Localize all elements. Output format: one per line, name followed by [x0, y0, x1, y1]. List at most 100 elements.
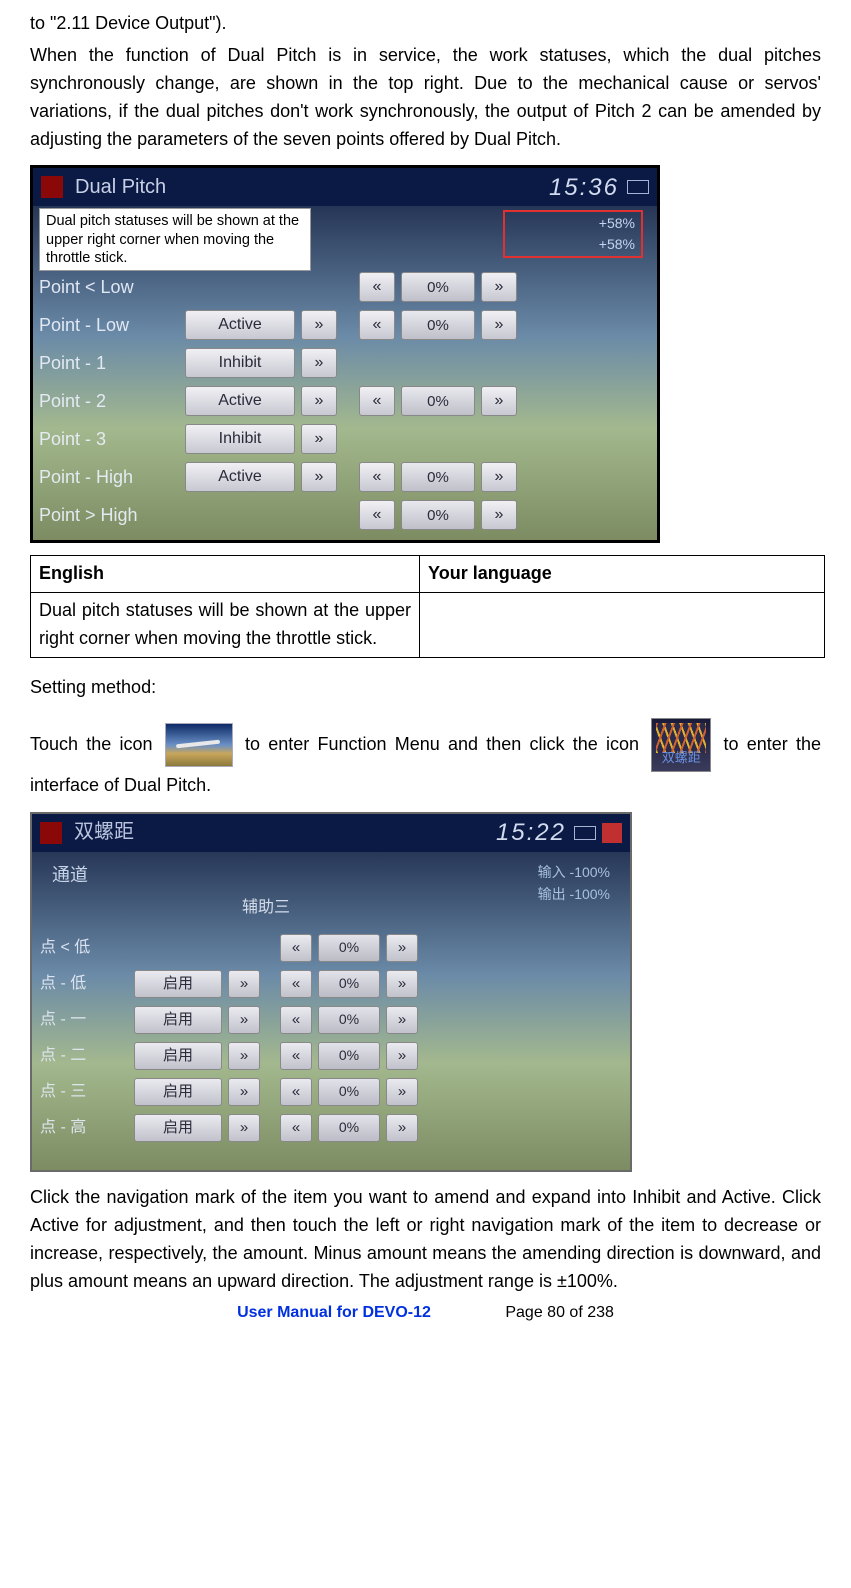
value: 0%	[401, 310, 475, 340]
increase-button[interactable]: »	[386, 970, 418, 998]
row-label: 点 - 一	[40, 1008, 128, 1033]
clock: 15:22	[496, 814, 566, 851]
decrease-button[interactable]: «	[359, 310, 395, 340]
function-menu-icon[interactable]	[165, 723, 233, 767]
expand-button[interactable]: »	[301, 386, 337, 416]
increase-button[interactable]: »	[481, 500, 517, 530]
touch-text-1: Touch the icon	[30, 734, 153, 754]
increase-button[interactable]: »	[481, 272, 517, 302]
titlebar: Dual Pitch 15:36	[33, 168, 657, 206]
expand-button[interactable]: »	[301, 348, 337, 378]
row-4: 点 - 三 启用 » « 0% »	[40, 1074, 620, 1110]
footer-page-number: Page 80 of 238	[505, 1304, 614, 1321]
row-label: 点 - 二	[40, 1044, 128, 1069]
status-box: +58% +58%	[503, 210, 643, 258]
dual-pitch-icon-label: 双螺距	[652, 748, 710, 768]
expand-button[interactable]: »	[228, 1042, 260, 1070]
expand-button[interactable]: »	[228, 1078, 260, 1106]
row-label: Point - 2	[39, 388, 179, 416]
back-icon[interactable]	[41, 176, 63, 198]
value: 0%	[401, 272, 475, 302]
setting-method-heading: Setting method:	[30, 674, 821, 702]
screenshot-dual-pitch-en: Dual Pitch 15:36 Dual pitch statuses wil…	[30, 165, 660, 543]
touch-instruction: Touch the icon to enter Function Menu an…	[30, 718, 821, 800]
dual-pitch-icon[interactable]: 双螺距	[651, 718, 711, 772]
state-button[interactable]: Active	[185, 310, 295, 340]
value: 0%	[401, 500, 475, 530]
rows: Point < Low « 0% » Point - Low Active » …	[39, 268, 647, 534]
closing-paragraph: Click the navigation mark of the item yo…	[30, 1184, 821, 1296]
increase-button[interactable]: »	[481, 386, 517, 416]
row-4: Point - 3 Inhibit »	[39, 420, 647, 458]
expand-button[interactable]: »	[301, 310, 337, 340]
state-button[interactable]: Inhibit	[185, 348, 295, 378]
sub-label: 通道	[52, 862, 88, 890]
increase-button[interactable]: »	[481, 462, 517, 492]
increase-button[interactable]: »	[386, 1078, 418, 1106]
rows-cn: 点 < 低 « 0% » 点 - 低 启用 » « 0% » 点 - 一 启用 …	[40, 930, 620, 1146]
decrease-button[interactable]: «	[280, 934, 312, 962]
screen-title-cn: 双螺距	[74, 817, 134, 848]
increase-button[interactable]: »	[386, 1114, 418, 1142]
value: 0%	[318, 1114, 380, 1142]
value: 0%	[318, 1006, 380, 1034]
decrease-button[interactable]: «	[280, 1114, 312, 1142]
battery-icon	[574, 826, 596, 840]
state-button[interactable]: 启用	[134, 1078, 222, 1106]
decrease-button[interactable]: «	[280, 970, 312, 998]
row-3: 点 - 二 启用 » « 0% »	[40, 1038, 620, 1074]
td-english-text: Dual pitch statuses will be shown at the…	[31, 593, 420, 658]
value: 0%	[318, 970, 380, 998]
expand-button[interactable]: »	[301, 424, 337, 454]
expand-button[interactable]: »	[228, 970, 260, 998]
increase-button[interactable]: »	[481, 310, 517, 340]
increase-button[interactable]: »	[386, 934, 418, 962]
row-label: Point - 1	[39, 350, 179, 378]
screen-title: Dual Pitch	[75, 172, 166, 203]
state-button[interactable]: Active	[185, 462, 295, 492]
back-icon[interactable]	[40, 822, 62, 844]
exit-icon[interactable]	[602, 823, 622, 843]
row-label: 点 - 三	[40, 1080, 128, 1105]
decrease-button[interactable]: «	[359, 386, 395, 416]
decrease-button[interactable]: «	[359, 462, 395, 492]
decrease-button[interactable]: «	[280, 1078, 312, 1106]
status-line-1: 输入 -100%	[538, 862, 610, 884]
row-label: Point - High	[39, 464, 179, 492]
value: 0%	[401, 386, 475, 416]
decrease-button[interactable]: «	[280, 1006, 312, 1034]
increase-button[interactable]: »	[386, 1006, 418, 1034]
row-label: Point > High	[39, 502, 179, 530]
expand-button[interactable]: »	[301, 462, 337, 492]
intro-paragraph: When the function of Dual Pitch is in se…	[30, 42, 821, 154]
decrease-button[interactable]: «	[359, 272, 395, 302]
state-button[interactable]: Active	[185, 386, 295, 416]
expand-button[interactable]: »	[228, 1006, 260, 1034]
sub-value: 辅助三	[242, 896, 290, 921]
row-label: 点 - 高	[40, 1116, 128, 1141]
titlebar: 双螺距 15:22	[32, 814, 630, 852]
clock: 15:36	[549, 169, 619, 206]
td-your-language-text	[420, 593, 825, 658]
increase-button[interactable]: »	[386, 1042, 418, 1070]
row-1: 点 - 低 启用 » « 0% »	[40, 966, 620, 1002]
value: 0%	[318, 1042, 380, 1070]
row-5: 点 - 高 启用 » « 0% »	[40, 1110, 620, 1146]
screenshot-dual-pitch-cn: 双螺距 15:22 通道 辅助三 输入 -100% 输出 -100% 点 < 低…	[30, 812, 632, 1172]
row-3: Point - 2 Active » « 0% »	[39, 382, 647, 420]
row-2: 点 - 一 启用 » « 0% »	[40, 1002, 620, 1038]
decrease-button[interactable]: «	[359, 500, 395, 530]
row-0: Point < Low « 0% »	[39, 268, 647, 306]
row-6: Point > High « 0% »	[39, 496, 647, 534]
state-button[interactable]: 启用	[134, 970, 222, 998]
battery-icon	[627, 180, 649, 194]
decrease-button[interactable]: «	[280, 1042, 312, 1070]
state-button[interactable]: Inhibit	[185, 424, 295, 454]
state-button[interactable]: 启用	[134, 1042, 222, 1070]
row-label: 点 - 低	[40, 972, 128, 997]
expand-button[interactable]: »	[228, 1114, 260, 1142]
status-line-2: 输出 -100%	[538, 884, 610, 906]
state-button[interactable]: 启用	[134, 1006, 222, 1034]
translation-table: English Your language Dual pitch statuse…	[30, 555, 825, 658]
state-button[interactable]: 启用	[134, 1114, 222, 1142]
